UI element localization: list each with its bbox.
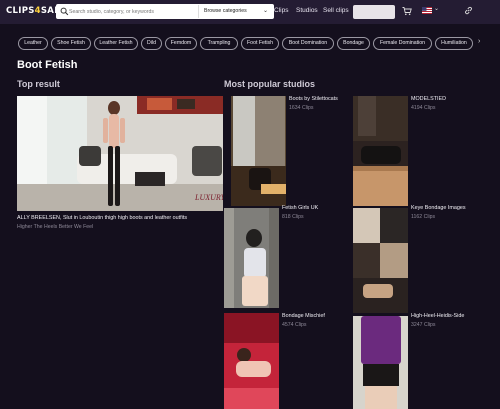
studio-clips-count: 818 Clips bbox=[282, 214, 304, 220]
studio-name[interactable]: MODELSTIED bbox=[411, 96, 446, 102]
top-result-thumbnail[interactable]: LUXURY bbox=[17, 96, 223, 211]
chevron-right-icon[interactable]: › bbox=[478, 38, 480, 45]
top-navigation-bar: CLIPS4SALE Browse categories ⌄ Clips Stu… bbox=[0, 0, 500, 24]
studio-clips-count: 4194 Clips bbox=[411, 105, 436, 111]
account-button[interactable] bbox=[353, 5, 395, 19]
top-result-heading: Top result bbox=[17, 79, 60, 89]
chip-leather[interactable]: Leather bbox=[18, 37, 48, 50]
studio-thumbnail[interactable] bbox=[353, 96, 408, 206]
studio-clips-count: 1162 Clips bbox=[411, 214, 436, 220]
studio-name[interactable]: High-Heel-Heidis-Side bbox=[411, 313, 464, 319]
logo-text-left: CLIPS bbox=[6, 6, 35, 16]
link-icon[interactable] bbox=[464, 6, 473, 15]
top-result-studio[interactable]: Higher The Heels Better We Feel bbox=[17, 224, 93, 230]
chip-humiliation[interactable]: Humiliation bbox=[435, 37, 473, 50]
cart-icon[interactable] bbox=[402, 6, 412, 16]
chevron-down-icon: ⌄ bbox=[262, 8, 268, 14]
page-title: Boot Fetish bbox=[17, 59, 78, 71]
studio-name[interactable]: Bondage Mischief bbox=[282, 313, 325, 319]
search-bar: Browse categories ⌄ bbox=[56, 4, 274, 19]
browse-categories-dropdown[interactable]: Browse categories ⌄ bbox=[198, 5, 272, 18]
studio-thumbnail[interactable] bbox=[353, 208, 408, 313]
chip-female-domination[interactable]: Female Domination bbox=[373, 37, 432, 50]
top-result-watermark: LUXURY bbox=[194, 193, 223, 202]
chip-bondage[interactable]: Bondage bbox=[337, 37, 370, 50]
studio-name[interactable]: Boots by Stilettocats bbox=[289, 96, 338, 102]
search-input[interactable] bbox=[69, 5, 197, 18]
chip-boot-domination[interactable]: Boot Domination bbox=[282, 37, 334, 50]
chip-leather-fetish[interactable]: Leather Fetish bbox=[94, 37, 138, 50]
studio-clips-count: 3247 Clips bbox=[411, 322, 436, 328]
chip-trampling[interactable]: Trampling bbox=[200, 37, 238, 50]
search-icon[interactable] bbox=[60, 7, 69, 16]
studio-thumbnail[interactable] bbox=[231, 96, 286, 206]
chip-dild[interactable]: Dild bbox=[141, 37, 162, 50]
nav-sell-clips-link[interactable]: Sell clips bbox=[323, 7, 349, 14]
studio-thumbnail[interactable] bbox=[353, 316, 408, 409]
studio-thumbnail[interactable] bbox=[224, 313, 279, 409]
browse-categories-label: Browse categories bbox=[204, 8, 247, 14]
chip-femdom[interactable]: Femdom bbox=[165, 37, 197, 50]
studio-clips-count: 4574 Clips bbox=[282, 322, 307, 328]
studio-thumbnail[interactable] bbox=[224, 208, 279, 308]
chip-shoe-fetish[interactable]: Shoe Fetish bbox=[51, 37, 91, 50]
nav-clips-link[interactable]: Clips bbox=[274, 7, 288, 14]
top-result-title[interactable]: ALLY BREELSEN, Slut in Louboutin thigh h… bbox=[17, 215, 187, 221]
studio-name[interactable]: Keye Bondage Images bbox=[411, 205, 466, 211]
studio-name[interactable]: Fetish Girls UK bbox=[282, 205, 318, 211]
chip-foot-fetish[interactable]: Foot Fetish bbox=[241, 37, 279, 50]
most-popular-studios-heading: Most popular studios bbox=[224, 79, 315, 89]
nav-studios-link[interactable]: Studios bbox=[296, 7, 318, 14]
studio-clips-count: 1634 Clips bbox=[289, 105, 314, 111]
language-chevron-icon[interactable]: ⌄ bbox=[434, 5, 439, 12]
us-flag-icon[interactable] bbox=[422, 7, 432, 14]
